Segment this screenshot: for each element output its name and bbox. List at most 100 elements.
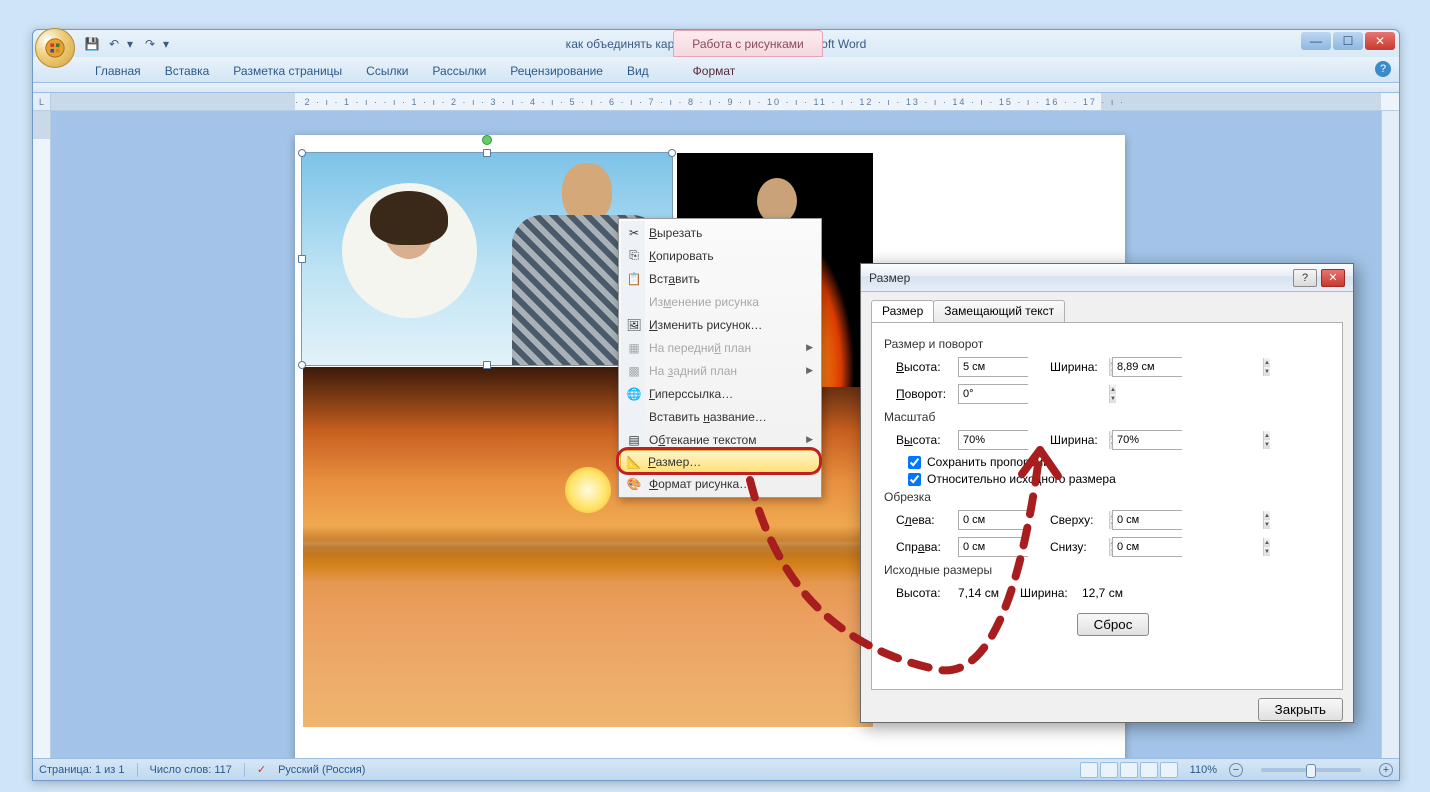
status-words[interactable]: Число слов: 117 [150, 764, 232, 776]
tab-review[interactable]: Рецензирование [498, 60, 615, 82]
scale-width-label: Ширина: [1050, 433, 1112, 447]
ctx-size[interactable]: 📐Размер… [620, 450, 820, 473]
crop-top-spinner[interactable]: ▲▼ [1112, 510, 1182, 530]
tab-insert[interactable]: Вставка [153, 60, 222, 82]
group-scale-label: Масштаб [884, 410, 1330, 424]
ctx-insert-caption[interactable]: Вставить название… [621, 405, 819, 428]
tab-format[interactable]: Формат [681, 60, 748, 82]
spin-up-icon[interactable]: ▲ [1264, 538, 1270, 547]
dialog-tab-size[interactable]: Размер [871, 300, 934, 322]
zoom-slider[interactable] [1261, 768, 1361, 772]
spin-down-icon[interactable]: ▼ [1110, 394, 1116, 403]
undo-dropdown-icon[interactable]: ▾ [127, 37, 137, 51]
ctx-cut[interactable]: ✂Вырезать [621, 221, 819, 244]
view-full-screen[interactable] [1100, 762, 1118, 778]
view-draft[interactable] [1160, 762, 1178, 778]
lock-aspect-checkbox[interactable]: Сохранить пропорции [908, 455, 1330, 469]
ctx-change-picture: Изменение рисунка [621, 290, 819, 313]
resize-handle[interactable] [298, 255, 306, 263]
dialog-help-button[interactable]: ? [1293, 269, 1317, 287]
rotation-handle[interactable] [482, 135, 492, 145]
ctx-text-wrapping[interactable]: ▤Обтекание текстом▶ [621, 428, 819, 451]
resize-handle[interactable] [483, 149, 491, 157]
save-icon[interactable]: 💾 [83, 35, 101, 53]
ctx-hyperlink[interactable]: 🌐Гиперссылка… [621, 382, 819, 405]
tab-references[interactable]: Ссылки [354, 60, 420, 82]
ctx-bring-front: ▦На передний план▶ [621, 336, 819, 359]
scale-height-spinner[interactable]: ▲▼ [958, 430, 1028, 450]
original-width-label: Ширина: [1020, 586, 1082, 600]
ctx-edit-picture[interactable]: 🖼Изменить рисунок… [621, 313, 819, 336]
crop-right-spinner[interactable]: ▲▼ [958, 537, 1028, 557]
dialog-close-button[interactable]: ✕ [1321, 269, 1345, 287]
redo-icon[interactable]: ↷ [141, 35, 159, 53]
office-button[interactable] [35, 28, 75, 68]
rotation-input[interactable] [959, 385, 1109, 403]
ruler-horizontal[interactable]: L · 2 · ı · 1 · ı · · ı · 1 · ı · 2 · ı … [33, 93, 1399, 111]
scale-width-input[interactable] [1113, 431, 1263, 449]
crop-bottom-input[interactable] [1113, 538, 1263, 556]
zoom-out-button[interactable]: − [1229, 763, 1243, 777]
resize-handle[interactable] [483, 361, 491, 369]
spin-down-icon[interactable]: ▼ [1264, 367, 1270, 376]
status-page[interactable]: Страница: 1 из 1 [39, 764, 125, 776]
height-spinner[interactable]: ▲▼ [958, 357, 1028, 377]
scale-width-spinner[interactable]: ▲▼ [1112, 430, 1182, 450]
minimize-button[interactable]: — [1301, 32, 1331, 50]
resize-handle[interactable] [298, 149, 306, 157]
view-outline[interactable] [1140, 762, 1158, 778]
ctx-send-back: ▩На задний план▶ [621, 359, 819, 382]
tab-mailings[interactable]: Рассылки [420, 60, 498, 82]
spin-up-icon[interactable]: ▲ [1264, 511, 1270, 520]
scrollbar-vertical[interactable] [1381, 111, 1399, 758]
spellcheck-icon[interactable]: ✓ [257, 763, 266, 776]
width-input[interactable] [1113, 358, 1263, 376]
spin-up-icon[interactable]: ▲ [1264, 358, 1270, 367]
crop-bottom-label: Снизу: [1050, 540, 1112, 554]
ctx-copy[interactable]: ⎘Копировать [621, 244, 819, 267]
ribbon-tabs: Главная Вставка Разметка страницы Ссылки… [33, 57, 1399, 83]
tab-home[interactable]: Главная [83, 60, 153, 82]
spin-down-icon[interactable]: ▼ [1264, 520, 1270, 529]
copy-icon: ⎘ [625, 247, 643, 265]
ruler-corner[interactable]: L [33, 93, 51, 111]
relative-original-checkbox[interactable]: Относительно исходного размера [908, 472, 1330, 486]
view-buttons [1080, 762, 1178, 778]
ruler-vertical[interactable] [33, 111, 51, 758]
rotation-spinner[interactable]: ▲▼ [958, 384, 1028, 404]
resize-handle[interactable] [298, 361, 306, 369]
status-language[interactable]: Русский (Россия) [278, 764, 365, 776]
spin-up-icon[interactable]: ▲ [1264, 431, 1270, 440]
zoom-level[interactable]: 110% [1190, 764, 1217, 776]
dialog-titlebar[interactable]: Размер ? ✕ [861, 264, 1353, 292]
tab-view[interactable]: Вид [615, 60, 661, 82]
width-spinner[interactable]: ▲▼ [1112, 357, 1182, 377]
original-height-value: 7,14 см [958, 586, 1020, 600]
close-button[interactable]: ✕ [1365, 32, 1395, 50]
rotation-label: Поворот: [896, 387, 958, 401]
spin-down-icon[interactable]: ▼ [1264, 440, 1270, 449]
ctx-paste[interactable]: 📋Вставить [621, 267, 819, 290]
zoom-in-button[interactable]: + [1379, 763, 1393, 777]
view-web-layout[interactable] [1120, 762, 1138, 778]
view-print-layout[interactable] [1080, 762, 1098, 778]
format-picture-icon: 🎨 [625, 475, 643, 493]
tab-page-layout[interactable]: Разметка страницы [221, 60, 354, 82]
undo-icon[interactable]: ↶ [105, 35, 123, 53]
reset-button[interactable]: Сброс [1077, 613, 1150, 636]
qat-customize-icon[interactable]: ▾ [163, 37, 173, 51]
crop-top-label: Сверху: [1050, 513, 1112, 527]
help-icon[interactable]: ? [1375, 61, 1391, 77]
close-dialog-button[interactable]: Закрыть [1258, 698, 1343, 721]
group-size-rotate-label: Размер и поворот [884, 337, 1330, 351]
dialog-tab-alt-text[interactable]: Замещающий текст [933, 300, 1065, 322]
maximize-button[interactable]: ☐ [1333, 32, 1363, 50]
spin-down-icon[interactable]: ▼ [1264, 547, 1270, 556]
spin-up-icon[interactable]: ▲ [1110, 385, 1116, 394]
ctx-format-picture[interactable]: 🎨Формат рисунка… [621, 472, 819, 495]
resize-handle[interactable] [668, 149, 676, 157]
scale-height-label: Высота: [896, 433, 958, 447]
crop-left-spinner[interactable]: ▲▼ [958, 510, 1028, 530]
crop-top-input[interactable] [1113, 511, 1263, 529]
crop-bottom-spinner[interactable]: ▲▼ [1112, 537, 1182, 557]
